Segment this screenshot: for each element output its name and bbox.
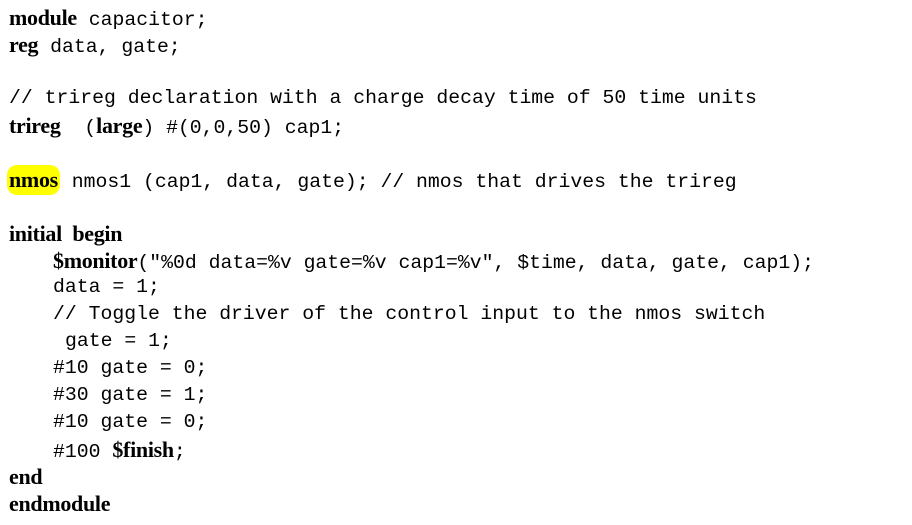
keyword-reg: reg [9, 32, 39, 57]
code-line-nmos-instance: nmos nmos1 (cap1, data, gate); // nmos t… [7, 165, 814, 195]
code-line-delay-gate-0: #10 gate = 0; [9, 355, 814, 382]
keyword-monitor: $monitor [53, 248, 138, 273]
code-line-data-assign: data = 1; [9, 274, 814, 301]
reg-list: data, gate; [38, 36, 181, 58]
keyword-large: large [96, 113, 143, 138]
code-line-delay-gate-1: #30 gate = 1; [9, 382, 814, 409]
code-line-gate-assign: gate = 1; [9, 328, 814, 355]
code-line-reg-decl: reg data, gate; [9, 31, 814, 58]
keyword-finish: $finish [112, 437, 174, 462]
keyword-endmodule: endmodule [9, 491, 111, 516]
code-line-module-decl: module capacitor; [9, 4, 814, 31]
code-line-finish: #100 $finish; [9, 436, 814, 463]
monitor-args: ("%0d data=%v gate=%v cap1=%v", $time, d… [137, 252, 815, 274]
code-line-end: end [9, 463, 814, 490]
module-name: capacitor; [76, 9, 208, 31]
comment: // trireg declaration with a charge deca… [9, 87, 757, 109]
code-line-delay-gate-0b: #10 gate = 0; [9, 409, 814, 436]
statement: #10 gate = 0; [53, 411, 208, 433]
statement: #10 gate = 0; [53, 357, 208, 379]
code-line-endmodule: endmodule [9, 490, 814, 517]
keyword-module: module [9, 5, 77, 30]
nmos-instance-args: nmos1 (cap1, data, gate); // nmos that d… [59, 171, 737, 193]
trireg-delay-and-name: ) #(0,0,50) cap1; [142, 117, 345, 139]
keyword-initial: initial [9, 221, 62, 246]
keyword-end: end [9, 464, 43, 489]
comment: // Toggle the driver of the control inpu… [53, 303, 766, 325]
keyword-begin: begin [61, 221, 123, 246]
code-line-trireg-comment: // trireg declaration with a charge deca… [9, 85, 814, 112]
semicolon: ; [173, 441, 186, 463]
statement: gate = 1; [65, 330, 172, 352]
paren-open: ( [60, 117, 97, 139]
statement: #30 gate = 1; [53, 384, 208, 406]
statement: data = 1; [53, 276, 160, 298]
code-line-monitor: $monitor("%0d data=%v gate=%v cap1=%v", … [9, 247, 814, 274]
code-line-trireg-decl: trireg (large) #(0,0,50) cap1; [9, 112, 814, 139]
keyword-trireg: trireg [9, 113, 61, 138]
verilog-code-listing: module capacitor; reg data, gate; // tri… [7, 4, 814, 517]
keyword-nmos-highlighted: nmos [7, 165, 60, 195]
code-line-initial-begin: initial begin [9, 220, 814, 247]
code-line-toggle-comment: // Toggle the driver of the control inpu… [9, 301, 814, 328]
delay: #100 [53, 441, 113, 463]
